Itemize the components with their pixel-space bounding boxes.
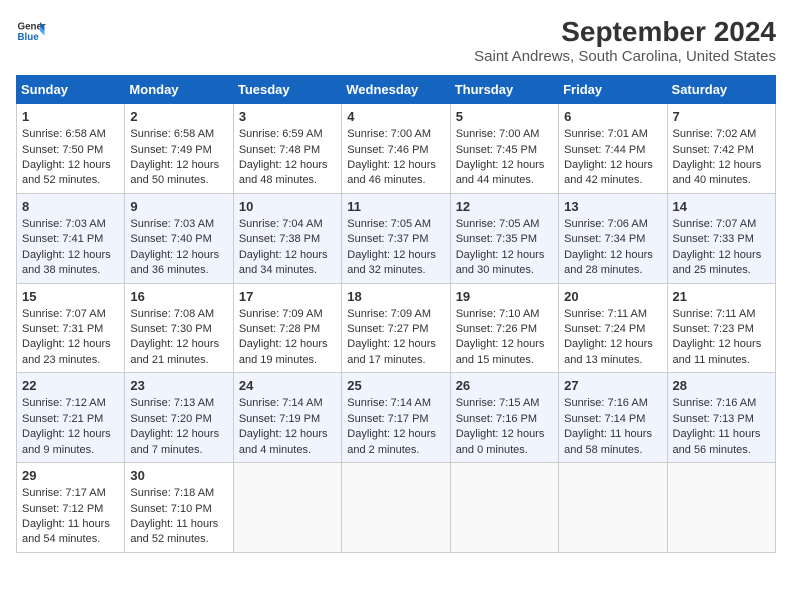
table-row: 14Sunrise: 7:07 AMSunset: 7:33 PMDayligh… (667, 193, 775, 283)
table-row: 12Sunrise: 7:05 AMSunset: 7:35 PMDayligh… (450, 193, 558, 283)
calendar-week-4: 22Sunrise: 7:12 AMSunset: 7:21 PMDayligh… (17, 373, 776, 463)
logo: General Blue (16, 16, 46, 46)
table-row: 2Sunrise: 6:58 AMSunset: 7:49 PMDaylight… (125, 104, 233, 194)
table-row: 21Sunrise: 7:11 AMSunset: 7:23 PMDayligh… (667, 283, 775, 373)
table-row (667, 463, 775, 553)
header-saturday: Saturday (667, 76, 775, 104)
table-row: 17Sunrise: 7:09 AMSunset: 7:28 PMDayligh… (233, 283, 341, 373)
table-row: 6Sunrise: 7:01 AMSunset: 7:44 PMDaylight… (559, 104, 667, 194)
page-header: General Blue September 2024 Saint Andrew… (16, 16, 776, 65)
calendar-week-3: 15Sunrise: 7:07 AMSunset: 7:31 PMDayligh… (17, 283, 776, 373)
header-sunday: Sunday (17, 76, 125, 104)
header-monday: Monday (125, 76, 233, 104)
calendar-table: Sunday Monday Tuesday Wednesday Thursday… (16, 75, 776, 553)
table-row: 10Sunrise: 7:04 AMSunset: 7:38 PMDayligh… (233, 193, 341, 283)
calendar-header-row: Sunday Monday Tuesday Wednesday Thursday… (17, 76, 776, 104)
table-row: 1Sunrise: 6:58 AMSunset: 7:50 PMDaylight… (17, 104, 125, 194)
table-row: 13Sunrise: 7:06 AMSunset: 7:34 PMDayligh… (559, 193, 667, 283)
table-row: 11Sunrise: 7:05 AMSunset: 7:37 PMDayligh… (342, 193, 450, 283)
table-row (559, 463, 667, 553)
table-row: 5Sunrise: 7:00 AMSunset: 7:45 PMDaylight… (450, 104, 558, 194)
table-row (342, 463, 450, 553)
header-thursday: Thursday (450, 76, 558, 104)
main-title: September 2024 (474, 16, 776, 48)
table-row: 22Sunrise: 7:12 AMSunset: 7:21 PMDayligh… (17, 373, 125, 463)
header-tuesday: Tuesday (233, 76, 341, 104)
table-row: 4Sunrise: 7:00 AMSunset: 7:46 PMDaylight… (342, 104, 450, 194)
table-row: 26Sunrise: 7:15 AMSunset: 7:16 PMDayligh… (450, 373, 558, 463)
calendar-week-5: 29Sunrise: 7:17 AMSunset: 7:12 PMDayligh… (17, 463, 776, 553)
table-row: 15Sunrise: 7:07 AMSunset: 7:31 PMDayligh… (17, 283, 125, 373)
svg-text:Blue: Blue (18, 32, 40, 43)
table-row: 24Sunrise: 7:14 AMSunset: 7:19 PMDayligh… (233, 373, 341, 463)
header-wednesday: Wednesday (342, 76, 450, 104)
calendar-week-2: 8Sunrise: 7:03 AMSunset: 7:41 PMDaylight… (17, 193, 776, 283)
table-row: 9Sunrise: 7:03 AMSunset: 7:40 PMDaylight… (125, 193, 233, 283)
table-row: 25Sunrise: 7:14 AMSunset: 7:17 PMDayligh… (342, 373, 450, 463)
logo-icon: General Blue (16, 16, 46, 46)
table-row: 23Sunrise: 7:13 AMSunset: 7:20 PMDayligh… (125, 373, 233, 463)
subtitle: Saint Andrews, South Carolina, United St… (474, 48, 776, 65)
table-row: 29Sunrise: 7:17 AMSunset: 7:12 PMDayligh… (17, 463, 125, 553)
title-area: September 2024 Saint Andrews, South Caro… (474, 16, 776, 65)
table-row (233, 463, 341, 553)
table-row: 19Sunrise: 7:10 AMSunset: 7:26 PMDayligh… (450, 283, 558, 373)
table-row: 30Sunrise: 7:18 AMSunset: 7:10 PMDayligh… (125, 463, 233, 553)
table-row: 18Sunrise: 7:09 AMSunset: 7:27 PMDayligh… (342, 283, 450, 373)
table-row: 7Sunrise: 7:02 AMSunset: 7:42 PMDaylight… (667, 104, 775, 194)
table-row (450, 463, 558, 553)
table-row: 16Sunrise: 7:08 AMSunset: 7:30 PMDayligh… (125, 283, 233, 373)
calendar-week-1: 1Sunrise: 6:58 AMSunset: 7:50 PMDaylight… (17, 104, 776, 194)
table-row: 27Sunrise: 7:16 AMSunset: 7:14 PMDayligh… (559, 373, 667, 463)
table-row: 20Sunrise: 7:11 AMSunset: 7:24 PMDayligh… (559, 283, 667, 373)
table-row: 3Sunrise: 6:59 AMSunset: 7:48 PMDaylight… (233, 104, 341, 194)
table-row: 8Sunrise: 7:03 AMSunset: 7:41 PMDaylight… (17, 193, 125, 283)
table-row: 28Sunrise: 7:16 AMSunset: 7:13 PMDayligh… (667, 373, 775, 463)
header-friday: Friday (559, 76, 667, 104)
